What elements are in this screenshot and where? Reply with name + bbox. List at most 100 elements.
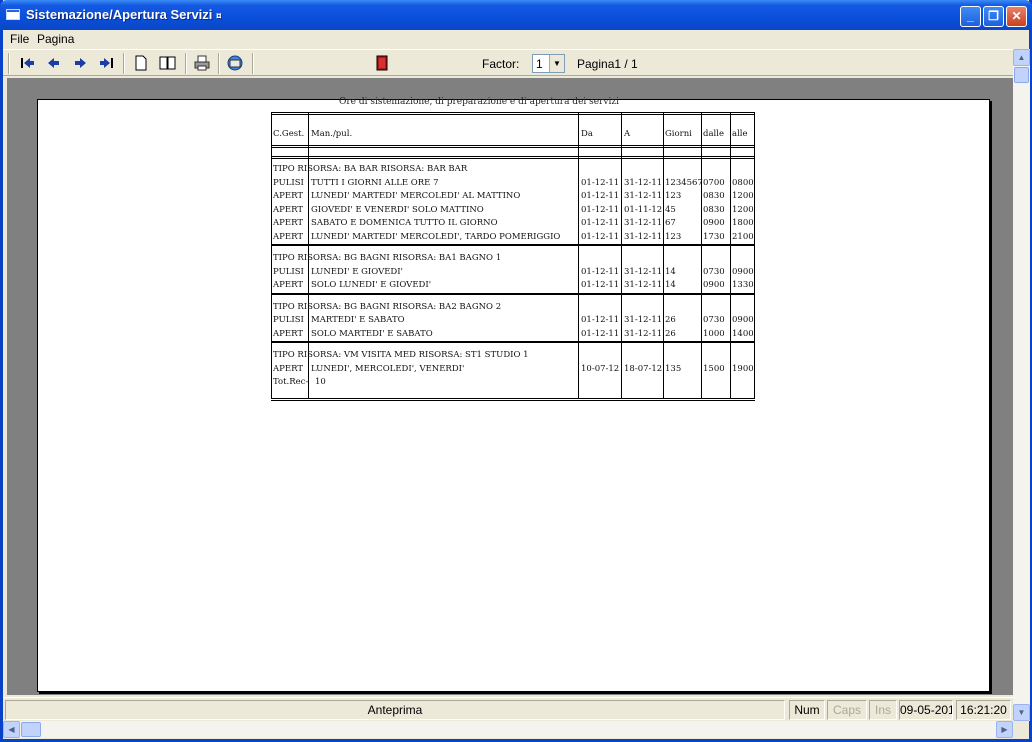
- table-cell: 01-12-11: [581, 315, 620, 325]
- column-header: Da: [581, 129, 593, 139]
- menu-pagina[interactable]: Pagina: [37, 32, 74, 46]
- factor-label: Factor:: [482, 57, 520, 71]
- title-bar[interactable]: Sistemazione/Apertura Servizi ¤ _ ❐ ✕: [0, 0, 1032, 30]
- group-heading: TIPO RISORSA: VM VISITA MED RISORSA: ST1…: [273, 350, 529, 360]
- table-cell: 1500: [703, 363, 725, 374]
- print-button[interactable]: [192, 54, 212, 72]
- table-cell: LUNEDI', MERCOLEDI', VENERDI': [311, 363, 465, 374]
- status-bar: Anteprima Num Caps Ins 09-05-2016 16:21:…: [3, 697, 1013, 721]
- group-separator: [271, 292, 755, 295]
- table-cell: 1200: [732, 191, 754, 201]
- column-header: alle: [732, 129, 748, 139]
- table-cell: 14: [665, 280, 676, 290]
- table-cell: APERT: [273, 363, 303, 374]
- table-cell: 31-12-11: [624, 218, 663, 228]
- table-cell: 0830: [703, 204, 725, 215]
- export-icon: [227, 55, 243, 71]
- toolbar-grip: [8, 53, 10, 74]
- table-cell: 0900: [703, 280, 725, 290]
- group-separator: [271, 341, 755, 343]
- factor-select[interactable]: 1 ▼: [532, 54, 565, 73]
- menu-file[interactable]: File: [10, 32, 29, 46]
- table-cell: 0730: [703, 315, 725, 325]
- table-cell: 01-12-11: [581, 218, 620, 228]
- single-page-button[interactable]: [131, 54, 151, 72]
- minimize-button[interactable]: _: [960, 6, 981, 27]
- table-cell: TUTTI I GIORNI ALLE ORE 7: [311, 177, 439, 188]
- two-pages-button[interactable]: [158, 54, 178, 72]
- table-cell: 0900: [732, 315, 754, 325]
- vertical-scroll-thumb[interactable]: [1014, 67, 1029, 83]
- column-rule: [621, 112, 622, 398]
- first-page-button[interactable]: [17, 54, 37, 72]
- scroll-left-icon[interactable]: ◀: [3, 721, 20, 738]
- print-icon: [194, 55, 210, 71]
- last-page-button[interactable]: [97, 54, 117, 72]
- footer-rule: [271, 398, 755, 401]
- table-cell: 18-07-12: [624, 363, 663, 374]
- table-cell: 31-12-11: [624, 191, 663, 201]
- table-cell: 31-12-11: [624, 315, 663, 325]
- table-cell: PULISI: [273, 177, 304, 188]
- table-cell: 0800: [732, 177, 754, 188]
- window-title-suffix: ¤: [216, 11, 222, 22]
- last-page-icon: [100, 58, 113, 68]
- two-pages-icon: [159, 56, 176, 70]
- table-cell: 31-12-11: [624, 328, 663, 339]
- previous-page-button[interactable]: [44, 54, 64, 72]
- horizontal-scroll-thumb[interactable]: [21, 722, 41, 737]
- table-cell: GIOVEDI' E VENERDI' SOLO MATTINO: [311, 204, 484, 215]
- table-cell: 0700: [703, 177, 725, 188]
- header-rule: [271, 156, 755, 159]
- previous-page-icon: [48, 58, 59, 68]
- column-rule: [271, 112, 272, 398]
- table-cell: 123: [665, 191, 682, 201]
- exit-button[interactable]: [372, 54, 392, 72]
- table-cell: 1000: [703, 328, 725, 339]
- horizontal-scrollbar[interactable]: ◀ ▶: [3, 721, 1013, 738]
- scroll-up-icon[interactable]: ▲: [1013, 49, 1030, 66]
- menu-bar: File Pagina: [3, 30, 1029, 48]
- table-cell: 01-12-11: [581, 191, 620, 201]
- table-cell: 26: [665, 328, 676, 339]
- table-cell: APERT: [273, 328, 303, 339]
- table-cell: 135: [665, 363, 682, 374]
- table-cell: 1400: [732, 328, 754, 339]
- chevron-down-icon[interactable]: ▼: [549, 55, 564, 72]
- app-window: Sistemazione/Apertura Servizi ¤ _ ❐ ✕ Fi…: [0, 0, 1032, 742]
- window-title-text: Sistemazione/Apertura Servizi: [26, 7, 213, 22]
- table-cell: APERT: [273, 231, 303, 242]
- table-cell: 123: [665, 231, 682, 242]
- table-cell: 45: [665, 204, 676, 215]
- close-button[interactable]: ✕: [1006, 6, 1027, 27]
- table-cell: 1730: [703, 231, 725, 242]
- column-header: dalle: [703, 129, 724, 139]
- table-cell: SOLO MARTEDI' E SABATO: [311, 328, 433, 339]
- scroll-right-icon[interactable]: ▶: [996, 721, 1013, 738]
- vertical-scrollbar[interactable]: ▲ ▼: [1013, 49, 1030, 721]
- single-page-icon: [135, 55, 147, 71]
- table-cell: 2100: [732, 231, 754, 242]
- window-app-icon[interactable]: [6, 9, 20, 20]
- first-page-icon: [21, 58, 34, 68]
- restore-button[interactable]: ❐: [983, 6, 1004, 27]
- next-page-icon: [75, 58, 86, 68]
- status-num: Num: [789, 700, 825, 720]
- report-page: Ore di sistemazione, di preparazione e d…: [37, 97, 990, 692]
- table-cell: APERT: [273, 218, 303, 228]
- table-cell: 0900: [732, 266, 754, 277]
- status-date: 09-05-2016: [899, 700, 953, 720]
- print-preview-area: Ore di sistemazione, di preparazione e d…: [7, 78, 1013, 695]
- export-button[interactable]: [225, 54, 245, 72]
- table-cell: LUNEDI' MARTEDI' MERCOLEDI' AL MATTINO: [311, 191, 521, 201]
- toolbar: Factor: 1 ▼ Pagina1 / 1: [3, 49, 1013, 76]
- column-rule: [754, 112, 755, 398]
- scroll-down-icon[interactable]: ▼: [1013, 704, 1030, 721]
- table-cell: SABATO E DOMENICA TUTTO IL GIORNO: [311, 218, 498, 228]
- table-cell: 1234567: [665, 177, 703, 188]
- next-page-button[interactable]: [70, 54, 90, 72]
- column-rule: [578, 112, 579, 398]
- table-cell: 1800: [732, 218, 754, 228]
- table-cell: 31-12-11: [624, 280, 663, 290]
- table-cell: APERT: [273, 280, 303, 290]
